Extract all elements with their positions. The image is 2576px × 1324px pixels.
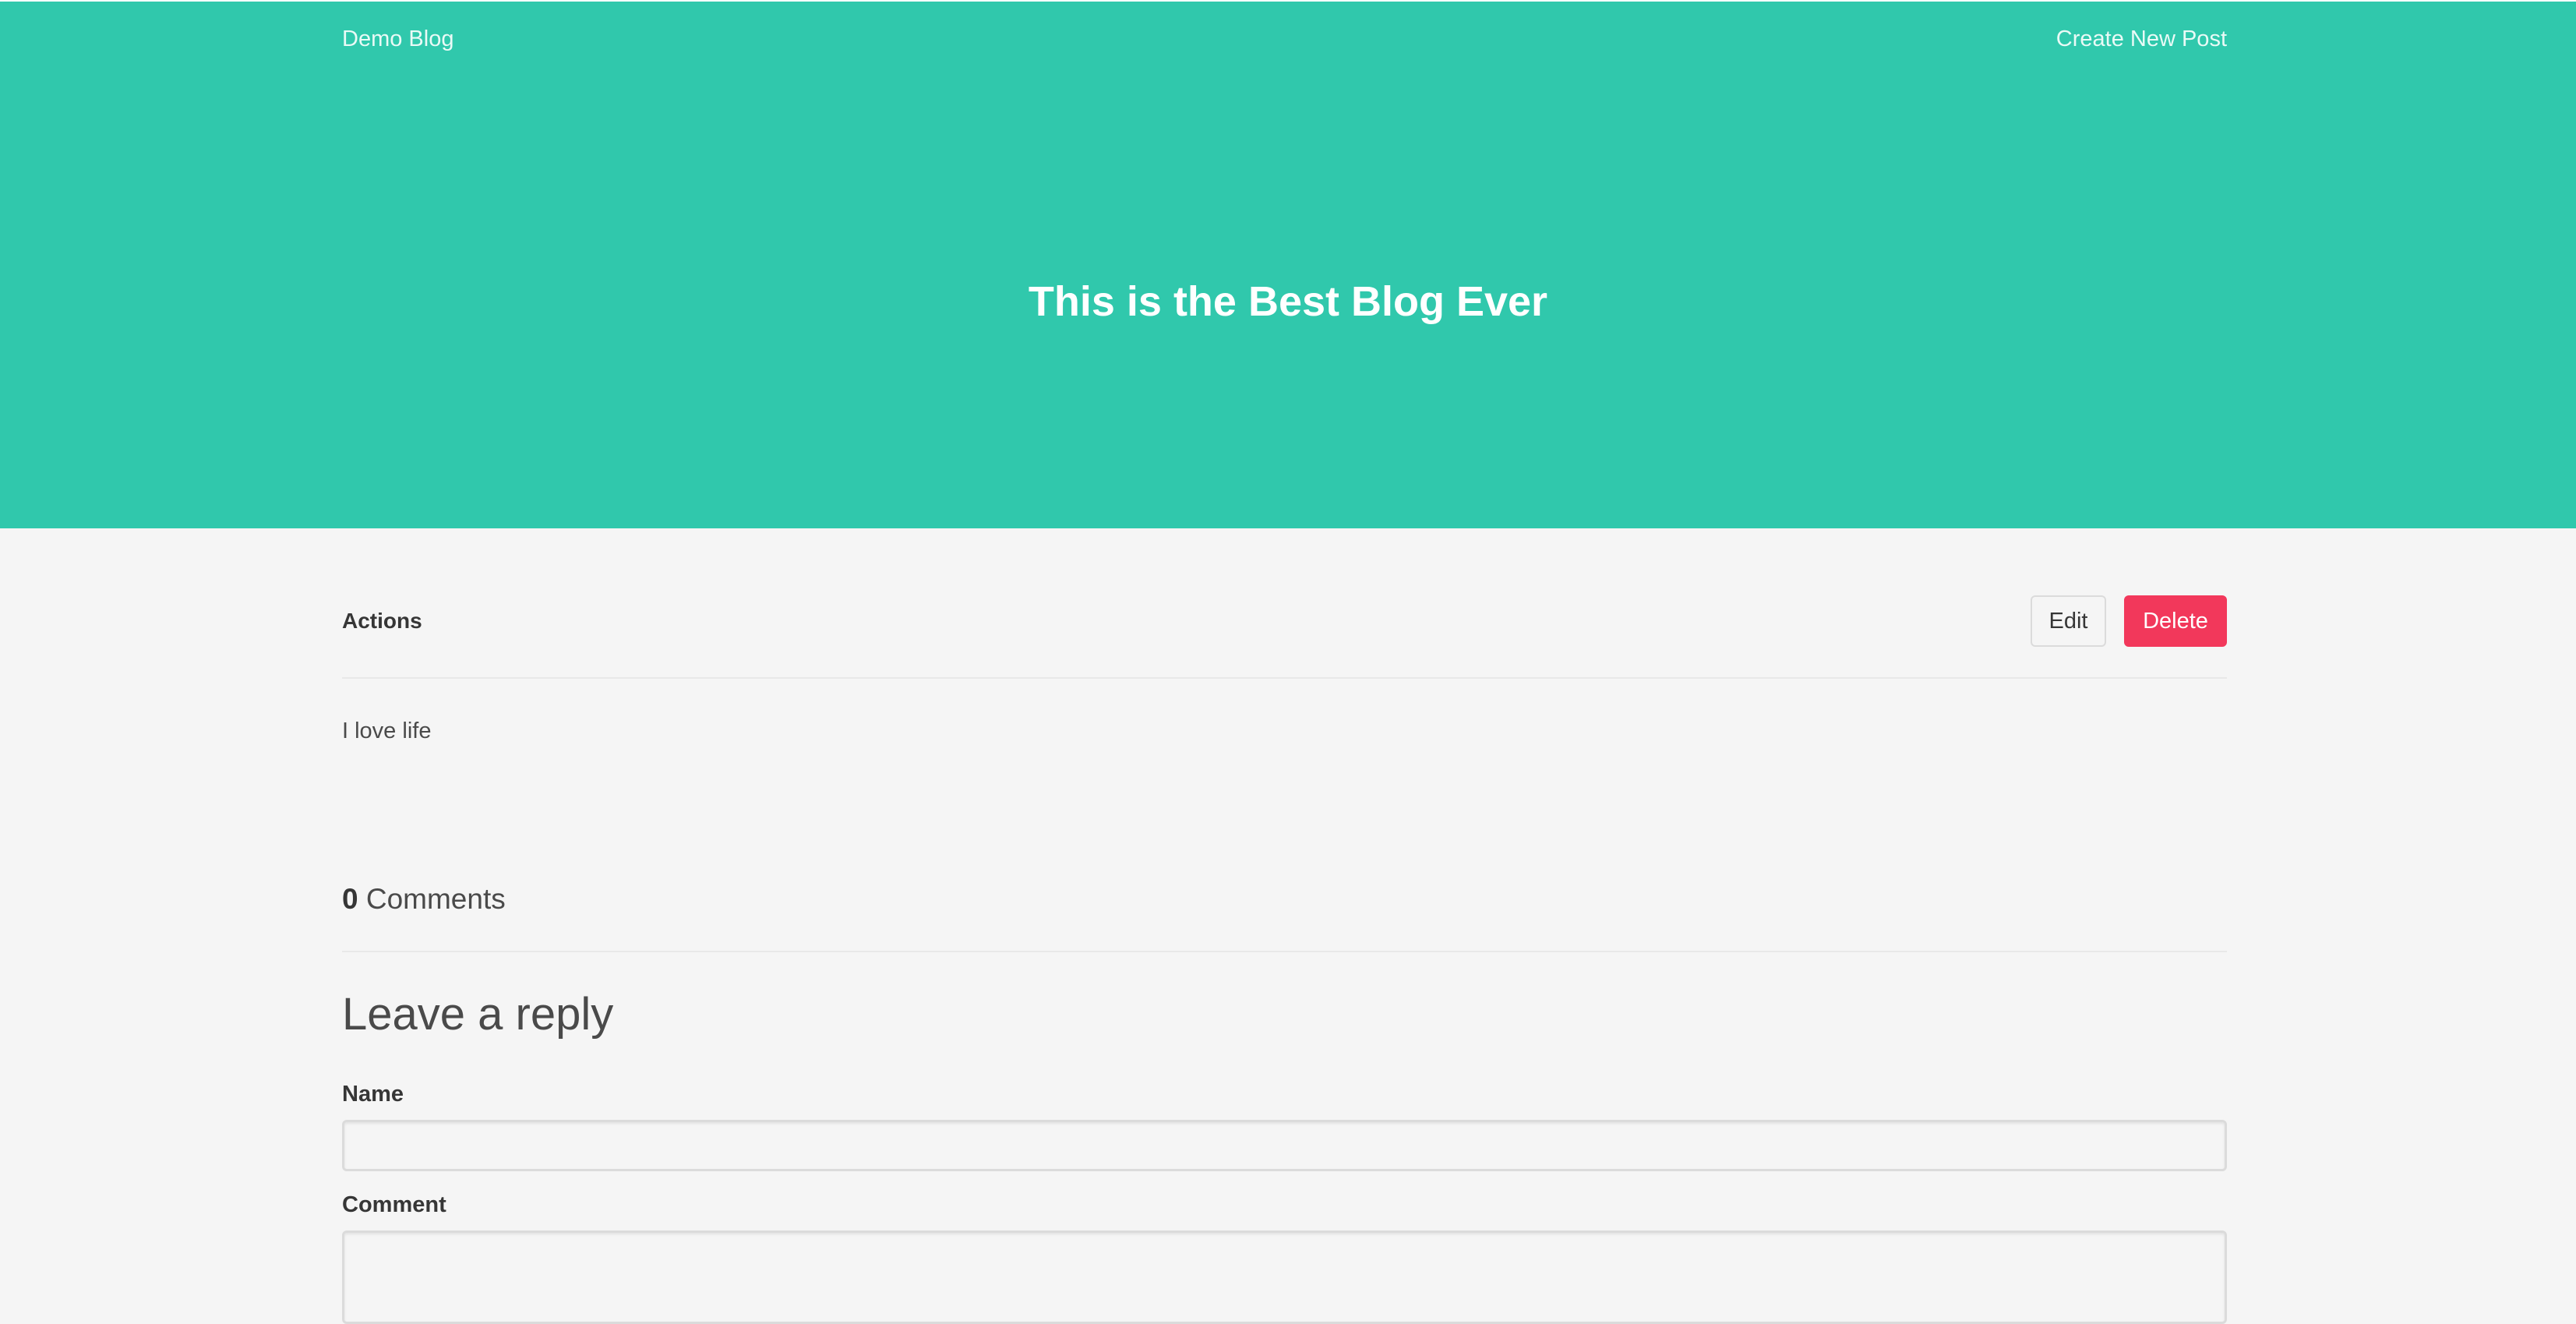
edit-button[interactable]: Edit [2031,595,2106,647]
reply-title: Leave a reply [342,989,614,1040]
comments-count: 0 [342,883,358,915]
comments-heading: 0 Comments [342,883,506,916]
comments-divider [342,951,2227,952]
nav-brand-link[interactable]: Demo Blog [342,26,453,52]
post-body: I love life [342,718,432,743]
hero-title: This is the Best Blog Ever [1028,278,1548,325]
actions-divider [342,677,2227,679]
name-label: Name [342,1082,404,1107]
name-input[interactable] [342,1120,2227,1171]
actions-label: Actions [342,609,422,633]
comment-label: Comment [342,1192,446,1217]
comments-label: Comments [365,883,506,915]
create-new-post-link[interactable]: Create New Post [2056,26,2227,52]
delete-button[interactable]: Delete [2124,595,2227,647]
comment-textarea[interactable] [342,1230,2227,1324]
hero-section: Demo Blog Create New Post This is the Be… [0,0,2576,528]
